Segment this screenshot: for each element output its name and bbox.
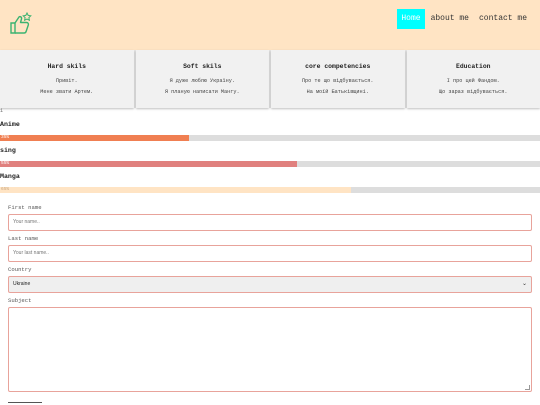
skill-name: Manga: [0, 173, 20, 180]
card-core-competencies: core competencies Про те що відбувається…: [271, 50, 405, 108]
last-name-label: Last name: [8, 235, 39, 242]
progress-bar-fill: 35%: [0, 135, 189, 141]
card-line: Я дуже люблю Україну.: [169, 78, 235, 84]
progress-bar-track: 35%: [0, 135, 540, 141]
card-line: Про те що відбувається.: [301, 78, 374, 84]
card-line: На моїй Батьківщині.: [306, 89, 369, 95]
country-label: Country: [8, 266, 32, 273]
chevron-down-icon: ⌄: [521, 281, 527, 287]
progress-bar-track: 65%: [0, 187, 540, 193]
card-title: Hard skils: [47, 63, 86, 70]
first-name-label: First name: [8, 204, 42, 211]
thumbs-up-star-icon[interactable]: [9, 12, 33, 36]
progress-bar-fill: 65%: [0, 187, 351, 193]
skills-section: 1 Anime 35% sing 55% Manga 65%: [0, 108, 540, 193]
nav-about-link[interactable]: about me: [427, 8, 473, 30]
card-line: І про цей Фандом.: [446, 78, 500, 84]
last-name-input[interactable]: Your last name..: [8, 245, 532, 262]
progress-bar-fill: 55%: [0, 161, 297, 167]
card-hard-skills: Hard skils Привіт. Мене звати Артем.: [0, 50, 134, 108]
main-nav: Home about me contact me: [395, 8, 531, 30]
card-line: Мене звати Артем.: [40, 89, 94, 95]
info-cards: Hard skils Привіт. Мене звати Артем. Sof…: [0, 50, 540, 108]
contact-form: First name Your name.. Last name Your la…: [8, 200, 532, 392]
card-education: Education І про цей Фандом. Що зараз від…: [406, 50, 540, 108]
card-soft-skills: Soft skils Я дуже люблю Україну. Я плану…: [135, 50, 269, 108]
country-select[interactable]: Ukraine ⌄: [8, 276, 532, 293]
subject-textarea[interactable]: [8, 307, 532, 392]
skill-name: sing: [0, 147, 16, 154]
country-selected-value: Ukraine: [13, 281, 31, 287]
first-name-input[interactable]: Your name..: [8, 214, 532, 231]
nav-contact-link[interactable]: contact me: [475, 8, 531, 30]
subject-label: Subject: [8, 297, 32, 304]
nav-home-link[interactable]: Home: [397, 9, 425, 29]
section-marker: 1: [0, 108, 4, 114]
resize-handle-icon[interactable]: [525, 385, 530, 390]
skill-name: Anime: [0, 121, 20, 128]
site-header: Home about me contact me: [0, 0, 540, 50]
card-line: Що зараз відбувається.: [439, 89, 508, 95]
card-title: Education: [455, 63, 491, 70]
card-line: Я планую написати Мангу.: [164, 89, 240, 95]
card-title: core competencies: [305, 63, 371, 70]
card-title: Soft skils: [183, 63, 222, 70]
card-line: Привіт.: [55, 78, 78, 84]
progress-bar-track: 55%: [0, 161, 540, 167]
